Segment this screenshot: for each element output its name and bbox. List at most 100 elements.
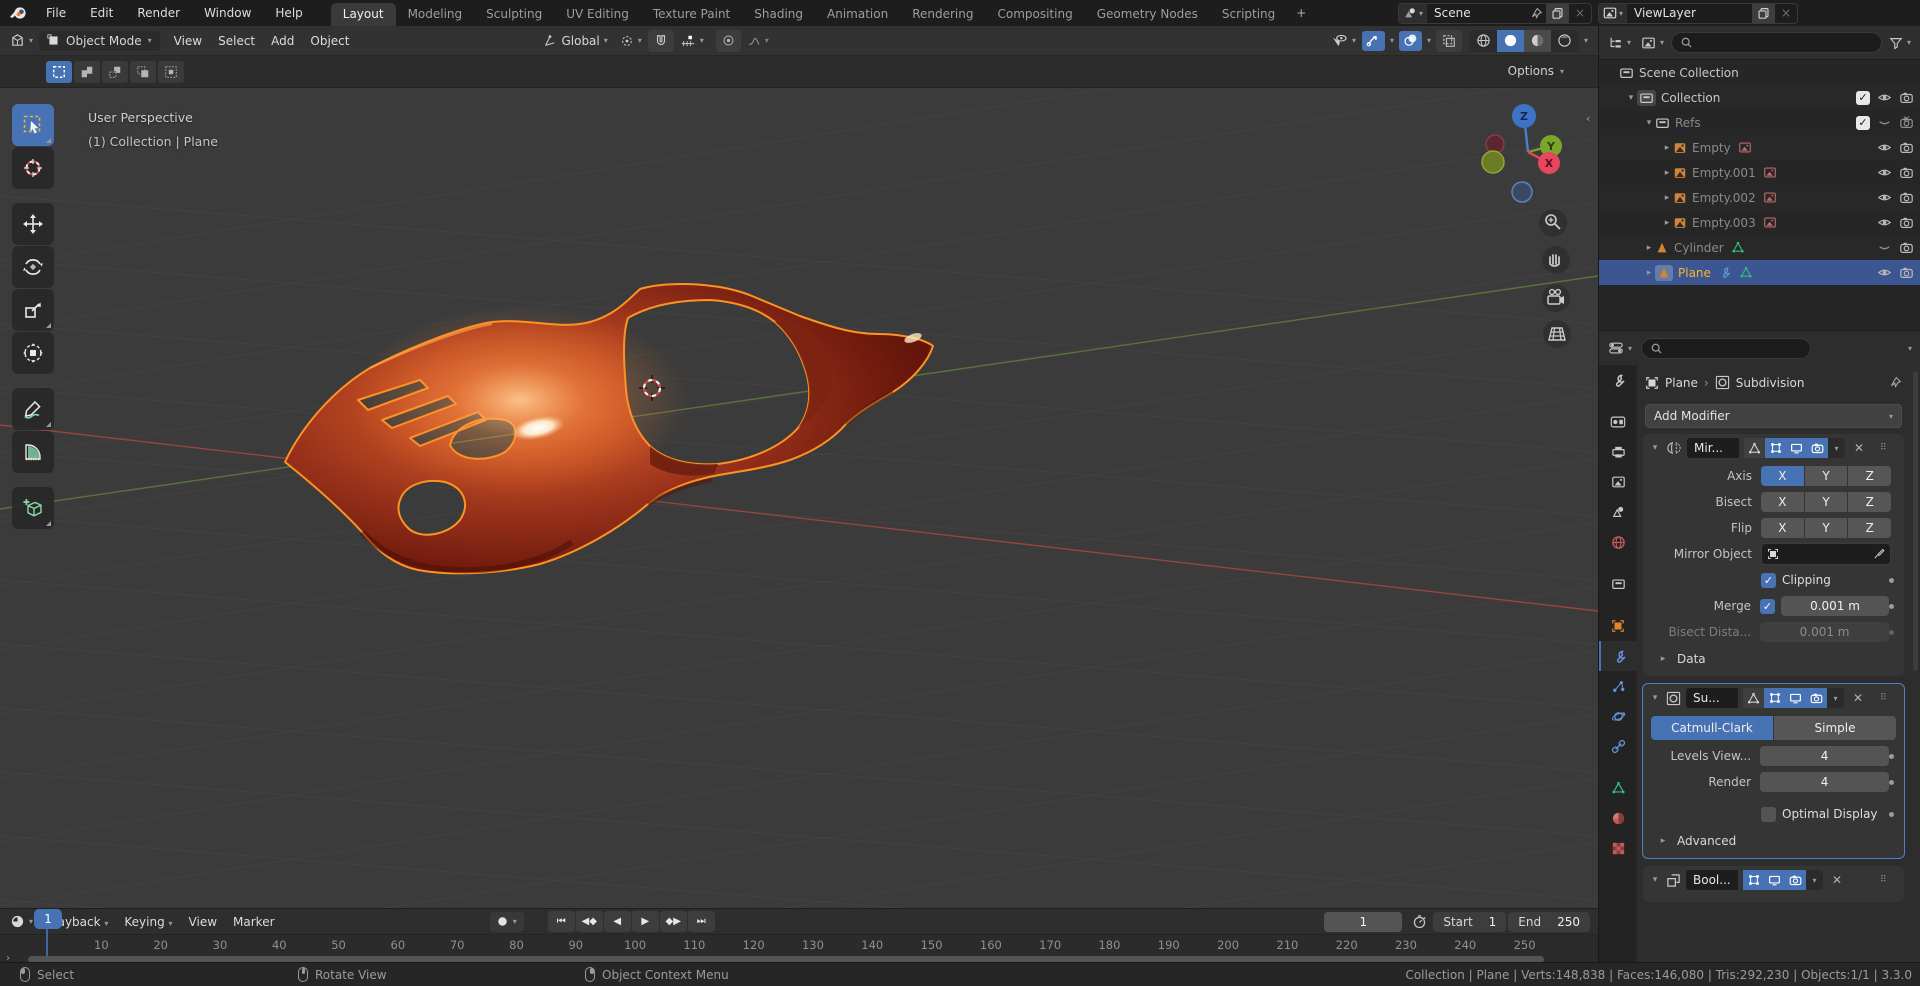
disclosure-toggle[interactable]: ▸ [1661, 193, 1673, 203]
properties-tab-tool[interactable] [1599, 365, 1637, 395]
scene-selector[interactable]: ▾ Scene × [1398, 3, 1592, 24]
disclosure-toggle[interactable]: ▸ [1661, 218, 1673, 228]
editor-type-button[interactable]: ▾ [4, 30, 39, 51]
jump-to-start-button[interactable]: ⏮ [548, 911, 575, 932]
mirror-show-in-render-toggle[interactable] [1807, 438, 1828, 458]
boolean-name-field[interactable]: Bool... [1686, 870, 1738, 890]
menu-edit[interactable]: Edit [80, 3, 123, 23]
snap-toggle[interactable] [648, 30, 674, 52]
render-toggle[interactable] [1899, 266, 1914, 280]
add-workspace-button[interactable]: + [1287, 2, 1315, 24]
camera-view-button[interactable] [1542, 284, 1570, 312]
snap-target-dropdown[interactable]: ▾ [674, 31, 710, 51]
mirror-show-in-editmode-toggle[interactable] [1765, 438, 1786, 458]
boolean-show-in-render-toggle[interactable] [1785, 870, 1806, 890]
mirror-bisect-y-button[interactable]: Y [1805, 492, 1848, 512]
properties-tab-particles[interactable] [1599, 671, 1637, 701]
viewlayer-name[interactable]: ViewLayer [1627, 6, 1752, 20]
exclude-checkbox[interactable]: ✓ [1856, 116, 1870, 130]
mirror-axis-z-button[interactable]: Z [1848, 466, 1891, 486]
new-scene-button[interactable] [1546, 4, 1569, 23]
outliner-search-input[interactable] [1671, 32, 1882, 53]
exclude-checkbox[interactable]: ✓ [1856, 91, 1870, 105]
overlays-toggle[interactable] [1399, 31, 1422, 51]
viewlayer-icon[interactable]: ▾ [1599, 4, 1627, 23]
mirror-extras-dropdown[interactable]: ▾ [1828, 438, 1845, 458]
tool-measure-button[interactable] [12, 431, 54, 473]
mirror-flip-y-button[interactable]: Y [1805, 518, 1848, 538]
properties-tab-modifiers[interactable] [1599, 641, 1637, 671]
current-frame-field[interactable]: 1 [1324, 912, 1402, 932]
disclosure-toggle[interactable]: ▸ [1643, 243, 1655, 253]
properties-tab-output[interactable] [1599, 437, 1637, 467]
outliner-item-label[interactable]: Empty.002 [1692, 191, 1756, 205]
outliner-filter-button[interactable]: ▾ [1886, 34, 1914, 52]
tool-add-cube-button[interactable] [12, 487, 54, 529]
subdiv-optimal-display-checkbox[interactable] [1761, 807, 1776, 822]
subdiv-show-in-viewport-toggle[interactable] [1785, 688, 1806, 708]
properties-tab-view-layer[interactable] [1599, 467, 1637, 497]
subdiv-show-in-render-toggle[interactable] [1806, 688, 1827, 708]
workspace-tab-rendering[interactable]: Rendering [900, 3, 985, 26]
boolean-show-in-viewport-toggle[interactable] [1764, 870, 1785, 890]
jump-to-end-button[interactable]: ⏭ [688, 911, 715, 932]
overlays-dropdown[interactable]: ▾ [1427, 36, 1431, 45]
mirror-remove-button[interactable]: ✕ [1854, 441, 1864, 455]
mirror-bisect-x-button[interactable]: X [1761, 492, 1804, 512]
mirror-axis-y-button[interactable]: Y [1805, 466, 1848, 486]
properties-scrollbar[interactable] [1913, 371, 1918, 671]
mirror-merge-checkbox[interactable]: ✓ [1760, 599, 1775, 614]
select-mode-set[interactable] [46, 61, 72, 83]
disclosure-toggle[interactable]: ▾ [1643, 118, 1655, 128]
playhead[interactable]: 1 [34, 909, 62, 929]
boolean-drag-handle[interactable]: ⠿ [1880, 878, 1898, 883]
subdiv-drag-handle[interactable]: ⠿ [1880, 696, 1898, 701]
timeline-menu-keying[interactable]: Keying ▾ [116, 912, 180, 932]
properties-tab-collection[interactable] [1599, 569, 1637, 599]
workspace-tab-animation[interactable]: Animation [815, 3, 900, 26]
properties-tab-texture[interactable] [1599, 833, 1637, 863]
shading-material-button[interactable] [1524, 30, 1551, 52]
disclosure-toggle[interactable]: ▸ [1661, 168, 1673, 178]
add-modifier-button[interactable]: Add Modifier▾ [1645, 404, 1902, 428]
gizmos-dropdown[interactable]: ▾ [1390, 36, 1394, 45]
timeline-menu-view[interactable]: View [181, 912, 225, 932]
use-preview-range-toggle[interactable] [1412, 914, 1427, 929]
ortho-toggle-button[interactable] [1543, 320, 1571, 348]
tool-cursor-button[interactable] [12, 147, 54, 189]
shading-dropdown[interactable]: ▾ [1584, 36, 1588, 45]
select-mode-intersect[interactable] [158, 61, 184, 83]
render-toggle[interactable] [1899, 141, 1914, 155]
mirror-clipping-checkbox[interactable]: ✓ [1761, 573, 1776, 588]
boolean-remove-button[interactable]: ✕ [1832, 873, 1842, 887]
viewport-menu-view[interactable]: View [166, 31, 210, 51]
outliner-display-mode-button[interactable]: ▾ [1638, 34, 1667, 52]
breadcrumb-modifier[interactable]: Subdivision [1736, 376, 1805, 390]
tool-options-dropdown[interactable]: Options▾ [1508, 64, 1564, 78]
hide-toggle[interactable] [1877, 241, 1892, 254]
menu-window[interactable]: Window [194, 3, 261, 23]
hide-toggle[interactable] [1877, 116, 1892, 129]
outliner-item-label[interactable]: Plane [1678, 266, 1711, 280]
select-mode-invert[interactable] [130, 61, 156, 83]
properties-tab-constraints[interactable] [1599, 731, 1637, 761]
sidebar-toggle[interactable]: ‹ [1586, 112, 1590, 125]
workspace-tab-texture-paint[interactable]: Texture Paint [641, 3, 742, 26]
mirror-merge-value[interactable]: 0.001 m [1781, 596, 1889, 616]
hide-toggle[interactable] [1877, 216, 1892, 229]
properties-options-dropdown[interactable]: ▾ [1908, 344, 1912, 353]
select-mode-subtract[interactable] [102, 61, 128, 83]
render-toggle[interactable] [1899, 216, 1914, 230]
render-toggle[interactable] [1899, 166, 1914, 180]
disclosure-toggle[interactable]: ▸ [1643, 268, 1655, 278]
shading-wireframe-button[interactable] [1470, 30, 1497, 52]
pan-button[interactable] [1542, 246, 1570, 274]
render-toggle[interactable] [1899, 241, 1914, 255]
properties-tab-physics[interactable] [1599, 701, 1637, 731]
tool-move-button[interactable] [12, 203, 54, 245]
subdiv-show-in-editmode-toggle[interactable] [1764, 688, 1785, 708]
mirror-name-field[interactable]: Mir... [1687, 438, 1739, 458]
outliner-row-empty-002[interactable]: ▸ Empty.002 [1599, 185, 1920, 210]
viewport-3d[interactable]: ▾ Object Mode▾ ViewSelectAddObject Globa… [0, 26, 1598, 908]
mode-dropdown[interactable]: Object Mode▾ [39, 31, 160, 51]
